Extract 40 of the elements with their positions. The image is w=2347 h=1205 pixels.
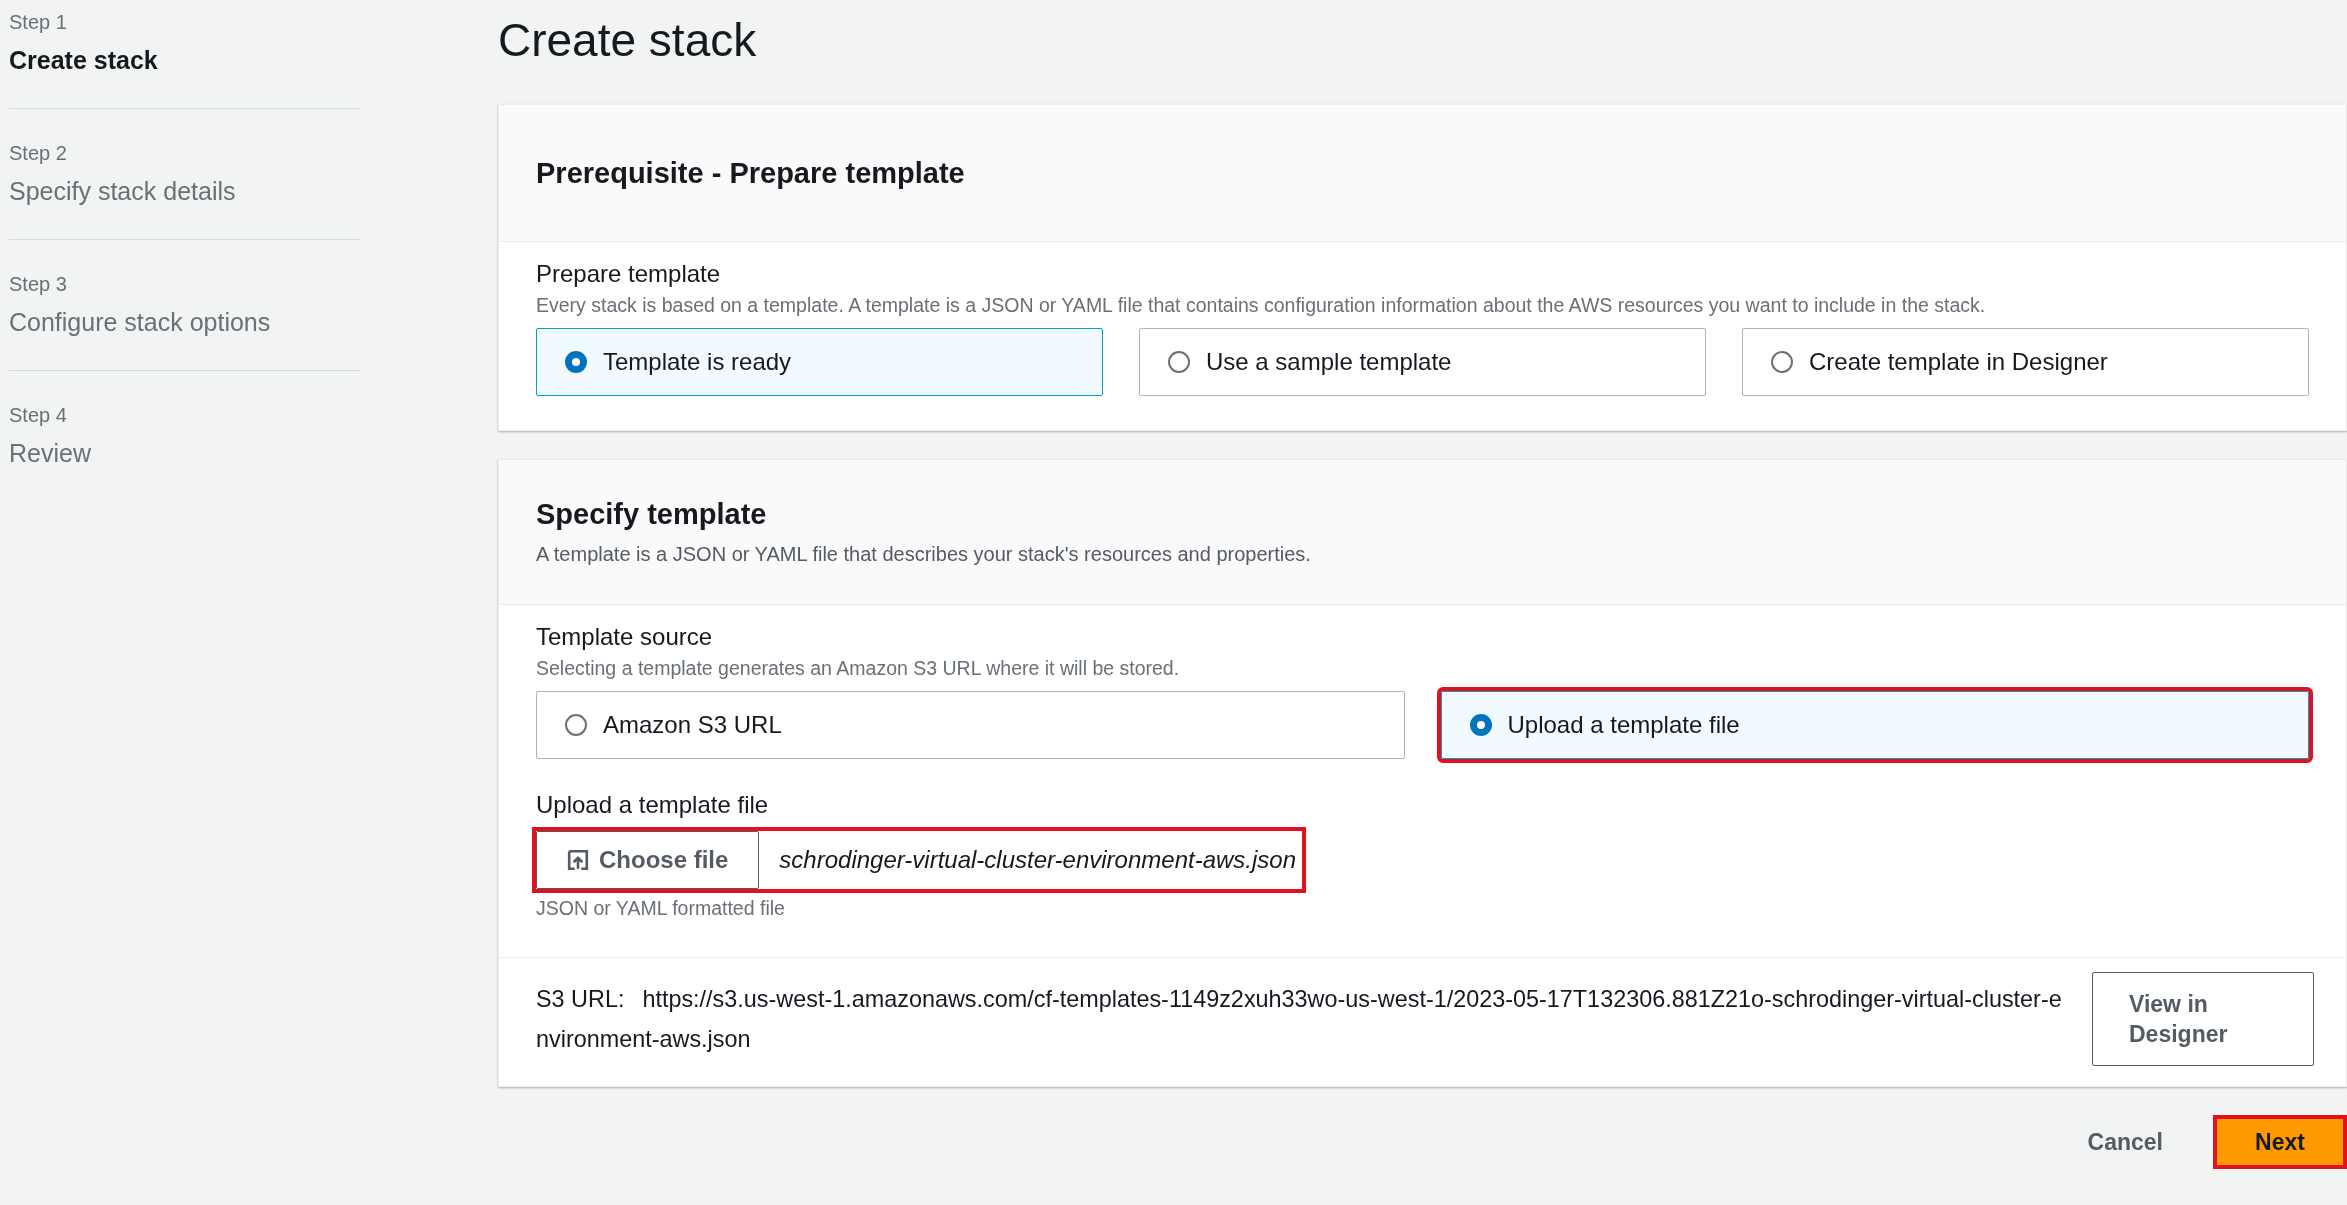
view-in-designer-button[interactable]: View in Designer [2092,972,2314,1066]
option-label: Amazon S3 URL [603,711,782,739]
card-title: Specify template [536,498,768,531]
radio-button[interactable] [1168,351,1190,373]
radio-button[interactable] [1771,351,1793,373]
cancel-button[interactable]: Cancel [2067,1118,2183,1166]
option-label: Use a sample template [1206,348,1452,376]
file-name: schrodinger-virtual-cluster-environment-aws.json [778,846,1297,874]
upload-icon [567,849,589,871]
option-label: Upload a template file [1507,711,1740,739]
step-label: Step 4 [9,403,68,428]
card-description: A template is a JSON or YAML file that describes your stack's resources and properties. [536,543,1312,566]
s3-url-text: S3 URL: https://s3.us-west-1.amazonaws.com/cf-templates-1149z2xuh33wo-us-west-1/2023-05-17T132306.881Z21o-schrodinger-virtual-cluster-environment-aws.json [536,985,2063,1054]
field-label: Prepare template [536,259,722,289]
next-button[interactable]: Next [2213,1115,2347,1169]
radio-option[interactable]: Amazon S3 URL [536,691,1405,759]
step-label: Step 2 [9,141,68,166]
radio-button[interactable] [565,714,587,736]
card-title: Prerequisite - Prepare template [536,156,966,190]
step-label: Step 1 [9,10,68,35]
radio-button[interactable] [565,351,587,373]
field-label: Template source [536,622,714,652]
page-title: Create stack [498,13,758,68]
radio-option[interactable]: Use a sample template [1139,328,1706,396]
radio-option[interactable]: Template is ready [536,328,1103,396]
field-description: Selecting a template generates an Amazon S3 URL where it will be stored. [536,656,1181,681]
step-link[interactable]: Specify stack details [9,173,360,209]
field-label: Upload a template file [536,790,770,820]
step-label: Step 3 [9,272,68,297]
field-description: Every stack is based on a template. A template is a JSON or YAML file that contains configuration information about the AWS resources you want to include in the stack. [536,293,1987,318]
option-label: Template is ready [603,348,792,376]
step-link[interactable]: Create stack [9,42,360,78]
step-link[interactable]: Review [9,435,360,471]
radio-option[interactable]: Create template in Designer [1742,328,2309,396]
radio-button[interactable] [1469,714,1492,736]
option-label: Create template in Designer [1809,348,2108,376]
step-link[interactable]: Configure stack options [9,304,360,340]
field-hint: JSON or YAML formatted file [536,896,786,921]
choose-file-button[interactable]: Choose file [536,831,760,889]
file-upload-field[interactable]: Choose file schrodinger-virtual-cluster-environment-aws.json [536,831,1302,889]
